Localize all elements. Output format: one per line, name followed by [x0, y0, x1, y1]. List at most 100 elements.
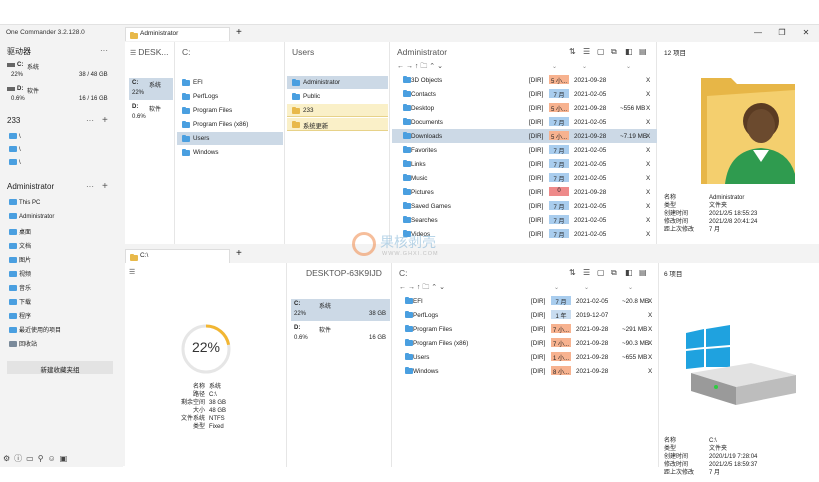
file-row[interactable]: Program Files (x86) [DIR] 7 小... 2021-09-28…: [394, 336, 659, 350]
drive-row-d[interactable]: D: 软件 0.6% 16 GB: [291, 323, 390, 345]
sidebar-item-desktop[interactable]: 桌面: [9, 227, 31, 238]
remove-button[interactable]: X: [646, 203, 650, 210]
sidebar-drive-c[interactable]: C: 系统 22% 38 / 48 GB: [7, 62, 117, 84]
minimize-button[interactable]: —: [752, 28, 764, 37]
sidebar-item-drive-root[interactable]: \: [9, 159, 21, 170]
copy-icon[interactable]: ▢: [597, 268, 605, 277]
add-tab-button[interactable]: +: [236, 27, 242, 38]
chevron-down-icon[interactable]: ⌄: [628, 284, 633, 291]
maximize-button[interactable]: ❐: [776, 28, 788, 37]
list-item-selected[interactable]: Users: [177, 132, 283, 145]
chevron-down-icon[interactable]: ⌄: [626, 63, 631, 70]
sidebar-item-administrator[interactable]: Administrator: [9, 213, 54, 224]
remove-button[interactable]: X: [648, 368, 652, 375]
drive-row-c[interactable]: C: 系统 22% 38 GB: [291, 299, 390, 321]
sidebar-item-recent[interactable]: 最近使用的项目: [9, 325, 61, 336]
file-row[interactable]: Users [DIR] 1 小... 2021-09-28 ~655 MB X: [394, 350, 659, 364]
nav-buttons[interactable]: ← → ↑ 🗀 ⌃ ⌄: [399, 283, 445, 294]
remove-button[interactable]: X: [646, 161, 650, 168]
group-admin-add-button[interactable]: +: [102, 181, 108, 192]
file-row[interactable]: Documents [DIR] 7 月 2021-02-05 X: [392, 115, 657, 129]
sidebar-item-this-pc[interactable]: This PC: [9, 199, 40, 210]
list-item-highlighted[interactable]: 系统更新: [287, 118, 388, 131]
list-item[interactable]: Windows: [177, 146, 283, 159]
sidebar-item-downloads[interactable]: 下载: [9, 297, 31, 308]
gear-icon[interactable]: ⚙: [3, 454, 14, 463]
move-icon[interactable]: ⧉: [611, 47, 617, 57]
move-icon[interactable]: ⧉: [611, 268, 617, 278]
group-admin-more-button[interactable]: ···: [86, 182, 94, 191]
paste-icon[interactable]: ◧: [625, 268, 633, 277]
add-tab-button[interactable]: +: [236, 248, 242, 259]
copy-icon[interactable]: ▢: [597, 47, 605, 56]
file-row[interactable]: Music [DIR] 7 月 2021-02-05 X: [392, 171, 657, 185]
remove-button[interactable]: X: [646, 119, 650, 126]
sidebar-item-music[interactable]: 音乐: [9, 283, 31, 294]
sidebar-item-recycle-bin[interactable]: 回收站: [9, 339, 37, 350]
search-icon[interactable]: ⚲: [38, 454, 48, 463]
chevron-down-icon[interactable]: ⌄: [552, 63, 557, 70]
sidebar-item-programs[interactable]: 程序: [9, 311, 31, 322]
sidebar-item-pictures[interactable]: 图片: [9, 255, 31, 266]
chevron-down-icon[interactable]: ⌄: [554, 284, 559, 291]
screen-icon[interactable]: ▭: [26, 454, 38, 463]
list-item[interactable]: Program Files: [177, 104, 283, 117]
window-icon[interactable]: ▣: [60, 454, 72, 463]
file-row[interactable]: Program Files [DIR] 7 小... 2021-09-28 ~291 M…: [394, 322, 659, 336]
list-item[interactable]: PerfLogs: [177, 90, 283, 103]
sidebar-drive-d[interactable]: D: 软件 0.6% 16 / 16 GB: [7, 86, 117, 108]
drives-more-button[interactable]: ···: [100, 46, 108, 55]
remove-button[interactable]: X: [646, 147, 650, 154]
remove-button[interactable]: X: [648, 326, 652, 333]
file-row[interactable]: Favorites [DIR] 7 月 2021-02-05 X: [392, 143, 657, 157]
list-item-selected[interactable]: Administrator: [287, 76, 388, 89]
filter-icon[interactable]: ☰: [583, 268, 590, 277]
delete-icon[interactable]: ▤: [639, 268, 647, 277]
remove-button[interactable]: X: [648, 354, 652, 361]
tab-c-drive[interactable]: C:\: [125, 249, 230, 263]
sidebar-item-drive-root[interactable]: \: [9, 133, 21, 144]
paste-icon[interactable]: ◧: [625, 47, 633, 56]
remove-button[interactable]: X: [648, 298, 652, 305]
file-row[interactable]: EFI [DIR] 7 月 2021-02-05 ~20.8 MB X: [394, 294, 659, 308]
list-item-highlighted[interactable]: 233: [287, 104, 388, 117]
remove-button[interactable]: X: [646, 133, 650, 140]
filter-icon[interactable]: ☰: [583, 47, 590, 56]
drive-row-d[interactable]: D: 软件 0.6%: [129, 102, 173, 124]
sort-icon[interactable]: ⇅: [569, 268, 576, 277]
remove-button[interactable]: X: [646, 189, 650, 196]
sidebar-item-drive-root[interactable]: \: [9, 146, 21, 157]
file-row[interactable]: Downloads [DIR] 5 小... 2021-09-28 ~7.19 MB X: [392, 129, 657, 143]
tab-administrator[interactable]: Administrator: [125, 27, 230, 41]
close-button[interactable]: ✕: [800, 28, 812, 37]
chevron-down-icon[interactable]: ⌄: [584, 284, 589, 291]
list-item[interactable]: Public: [287, 90, 388, 103]
remove-button[interactable]: X: [646, 231, 650, 238]
remove-button[interactable]: X: [648, 340, 652, 347]
remove-button[interactable]: X: [646, 91, 650, 98]
list-item[interactable]: Program Files (x86): [177, 118, 283, 131]
sidebar-item-documents[interactable]: 文档: [9, 241, 31, 252]
file-row[interactable]: Pictures [DIR] 0 2021-09-28 X: [392, 185, 657, 199]
remove-button[interactable]: X: [648, 312, 652, 319]
sort-icon[interactable]: ⇅: [569, 47, 576, 56]
list-item[interactable]: EFI: [177, 76, 283, 89]
delete-icon[interactable]: ▤: [639, 47, 647, 56]
new-favorites-group-button[interactable]: 新建收藏夹组: [7, 361, 113, 374]
file-row[interactable]: Desktop [DIR] 5 小... 2021-09-28 ~556 MB X: [392, 101, 657, 115]
file-row[interactable]: 3D Objects [DIR] 5 小... 2021-09-28 X: [392, 73, 657, 87]
group-233-more-button[interactable]: ···: [86, 116, 94, 125]
remove-button[interactable]: X: [646, 105, 650, 112]
remove-button[interactable]: X: [646, 77, 650, 84]
file-row[interactable]: Searches [DIR] 7 月 2021-02-05 X: [392, 213, 657, 227]
file-row[interactable]: Windows [DIR] 8 小... 2021-09-28 X: [394, 364, 659, 378]
file-row[interactable]: Saved Games [DIR] 7 月 2021-02-05 X: [392, 199, 657, 213]
file-row[interactable]: Links [DIR] 7 月 2021-02-05 X: [392, 157, 657, 171]
file-row[interactable]: Contacts [DIR] 7 月 2021-02-05 X: [392, 87, 657, 101]
info-icon[interactable]: ⓘ: [14, 454, 26, 463]
user-icon[interactable]: ☺: [48, 454, 60, 463]
nav-buttons[interactable]: ← → ↑ 🗀 ⌃ ⌄: [397, 62, 443, 73]
chevron-down-icon[interactable]: ⌄: [582, 63, 587, 70]
sidebar-item-videos[interactable]: 视频: [9, 269, 31, 280]
remove-button[interactable]: X: [646, 217, 650, 224]
